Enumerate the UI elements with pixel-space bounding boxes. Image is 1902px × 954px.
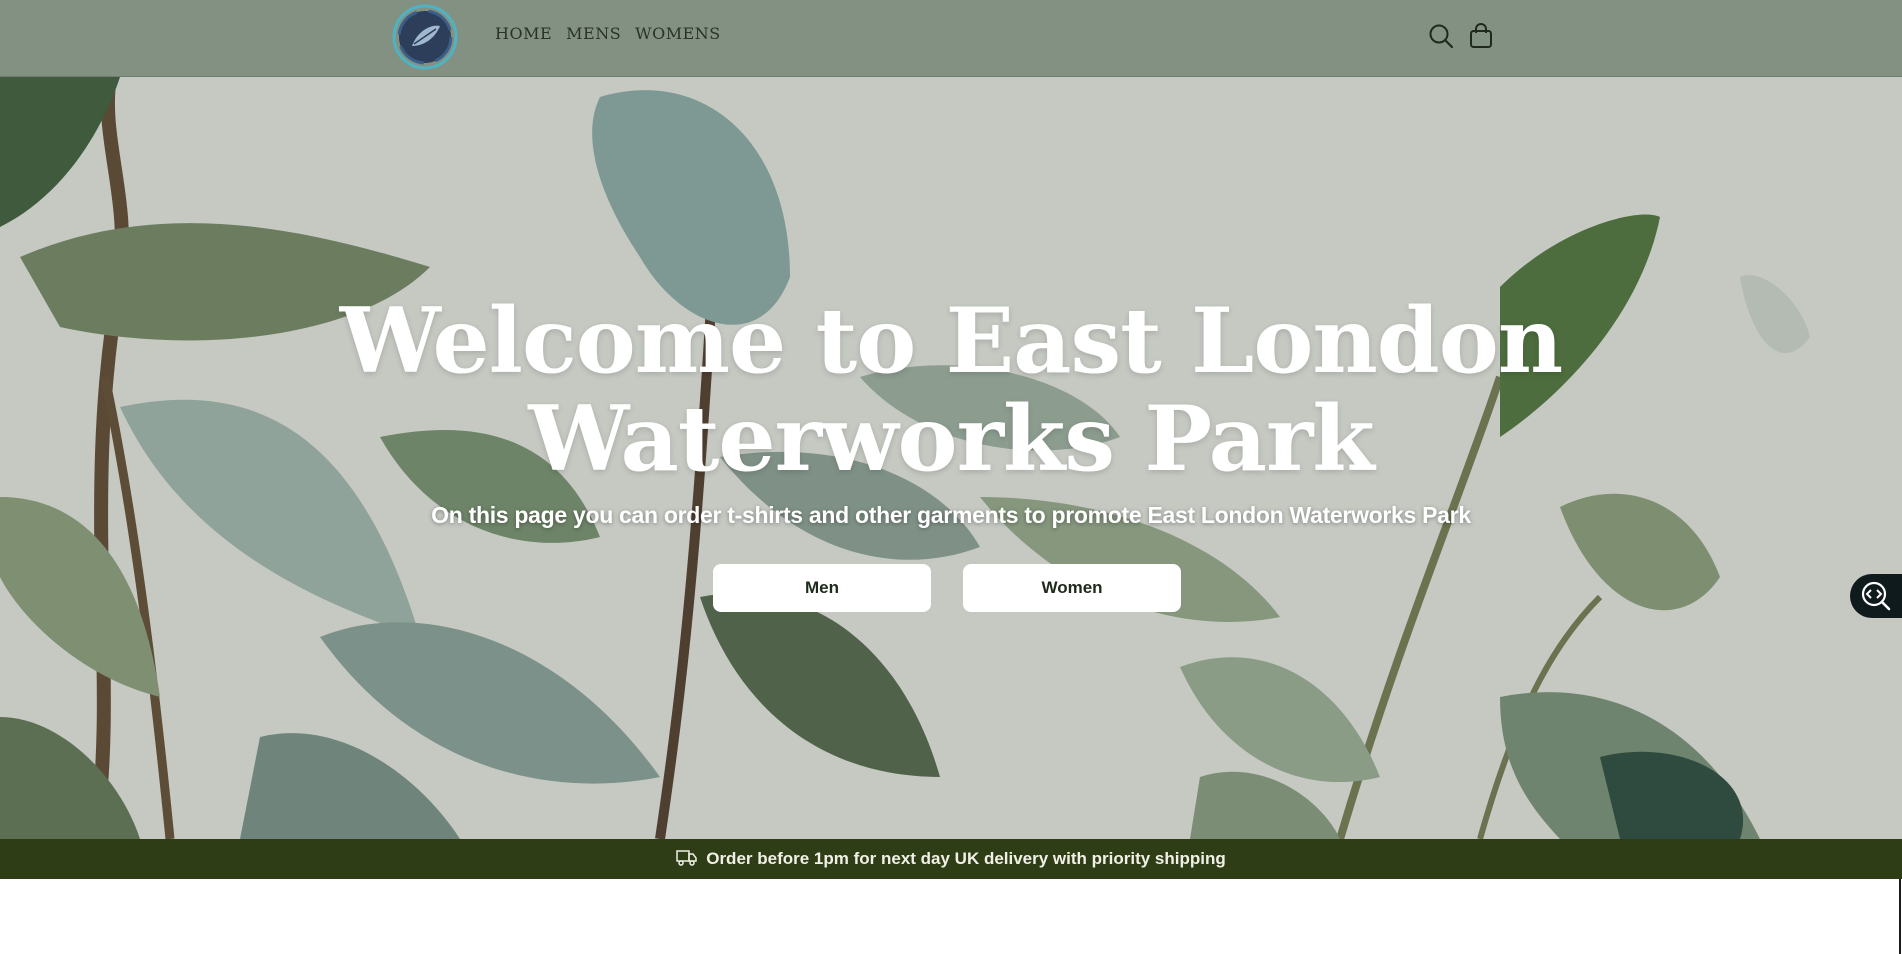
site-header: HOME MENS WOMENS: [0, 0, 1902, 77]
main-nav: HOME MENS WOMENS: [495, 24, 721, 43]
announcement-bar: Order before 1pm for next day UK deliver…: [0, 839, 1902, 879]
men-button[interactable]: Men: [713, 564, 931, 612]
leaf-logo-icon[interactable]: [392, 4, 459, 71]
delivery-truck-icon: [676, 848, 698, 871]
nav-mens[interactable]: MENS: [566, 24, 621, 43]
hero-title-line-1: Welcome to East London: [339, 288, 1563, 394]
nav-home[interactable]: HOME: [495, 24, 552, 43]
search-icon[interactable]: [1426, 21, 1456, 51]
women-button[interactable]: Women: [963, 564, 1181, 612]
hero-title-line-2: Waterworks Park: [528, 386, 1374, 492]
page-content-area: [0, 879, 1900, 954]
hero-subtitle: On this page you can order t-shirts and …: [431, 502, 1471, 528]
hero-banner: Welcome to East London Waterworks Park O…: [0, 77, 1902, 839]
shopping-bag-icon[interactable]: [1466, 21, 1496, 51]
scroll-edge: [1899, 879, 1901, 954]
announcement-text: Order before 1pm for next day UK deliver…: [706, 849, 1226, 868]
hero-title: Welcome to East London Waterworks Park: [0, 292, 1902, 488]
nav-womens[interactable]: WOMENS: [635, 24, 721, 43]
code-search-icon[interactable]: [1850, 574, 1902, 618]
